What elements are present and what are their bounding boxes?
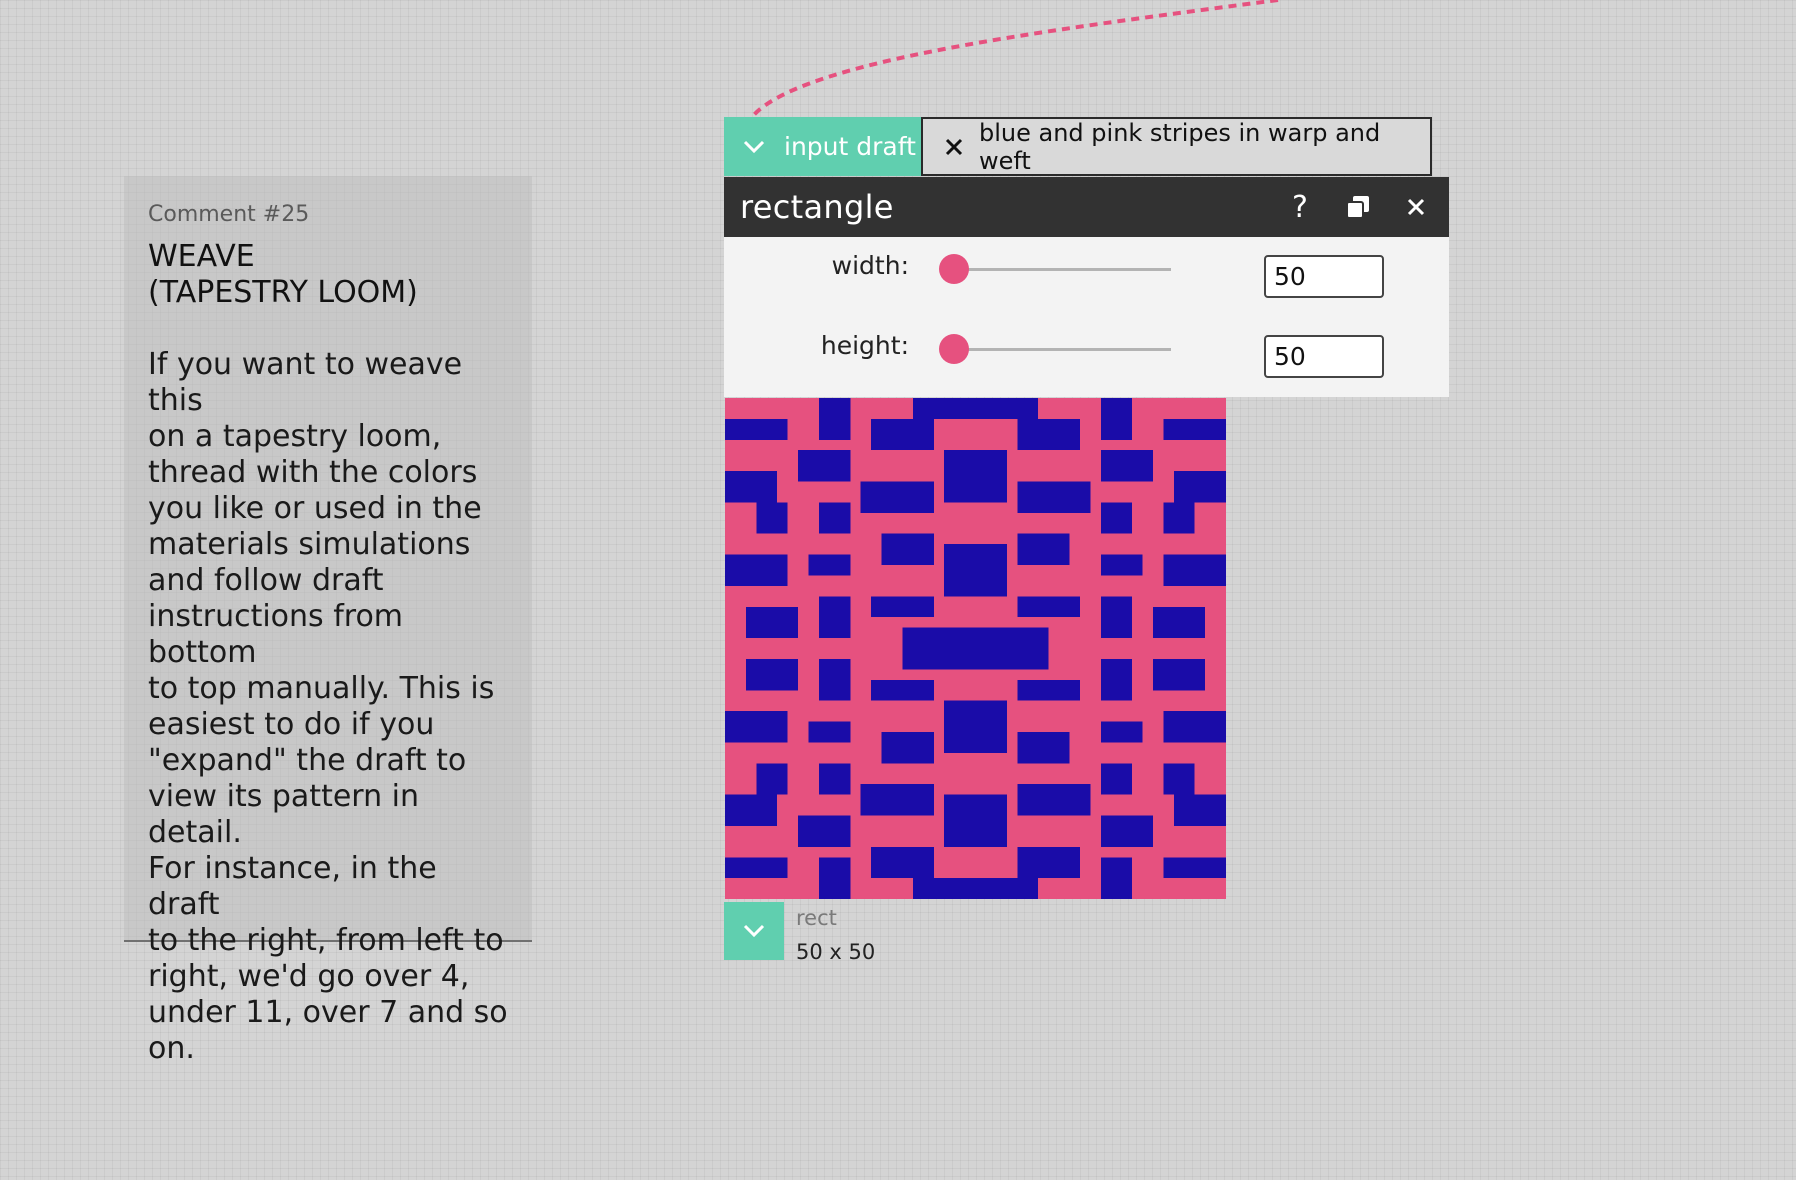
- width-slider-handle[interactable]: [939, 254, 970, 284]
- comment-heading: WEAVE (TAPESTRY LOOM): [148, 239, 418, 310]
- operation-title: rectangle: [740, 188, 894, 226]
- operation-params: width: height:: [724, 237, 1449, 397]
- chevron-down-icon: [743, 924, 765, 938]
- width-label: width:: [831, 251, 909, 280]
- operation-header[interactable]: rectangle ?: [724, 177, 1449, 237]
- input-draft-label: input draft: [784, 132, 916, 161]
- draft-pattern[interactable]: [725, 398, 1226, 899]
- output-draft-size: 50 x 50: [796, 940, 876, 964]
- output-draft-name: rect: [796, 906, 837, 930]
- duplicate-icon[interactable]: [1329, 177, 1387, 237]
- comment-note[interactable]: Comment #25 WEAVE (TAPESTRY LOOM) If you…: [124, 176, 532, 1066]
- height-slider-handle[interactable]: [939, 334, 970, 364]
- comment-number: Comment #25: [148, 202, 310, 227]
- input-draft-tab[interactable]: input draft: [724, 117, 921, 176]
- param-row-height: height:: [724, 317, 1449, 378]
- output-toggle-button[interactable]: [724, 902, 784, 960]
- delete-button[interactable]: [1387, 177, 1445, 237]
- width-slider[interactable]: [939, 254, 1171, 284]
- close-icon: [1407, 198, 1425, 216]
- close-icon[interactable]: [945, 138, 963, 156]
- connected-draft-chip: blue and pink stripes in warp and weft: [921, 117, 1432, 176]
- width-input[interactable]: [1264, 255, 1384, 298]
- connected-draft-name: blue and pink stripes in warp and weft: [979, 118, 1381, 175]
- height-input[interactable]: [1264, 335, 1384, 378]
- height-label: height:: [820, 331, 909, 360]
- chevron-down-icon: [743, 140, 765, 153]
- param-row-width: width:: [724, 237, 1449, 298]
- height-slider[interactable]: [939, 334, 1171, 364]
- help-button[interactable]: ?: [1271, 177, 1329, 237]
- comment-body: If you want to weave this on a tapestry …: [148, 347, 508, 1066]
